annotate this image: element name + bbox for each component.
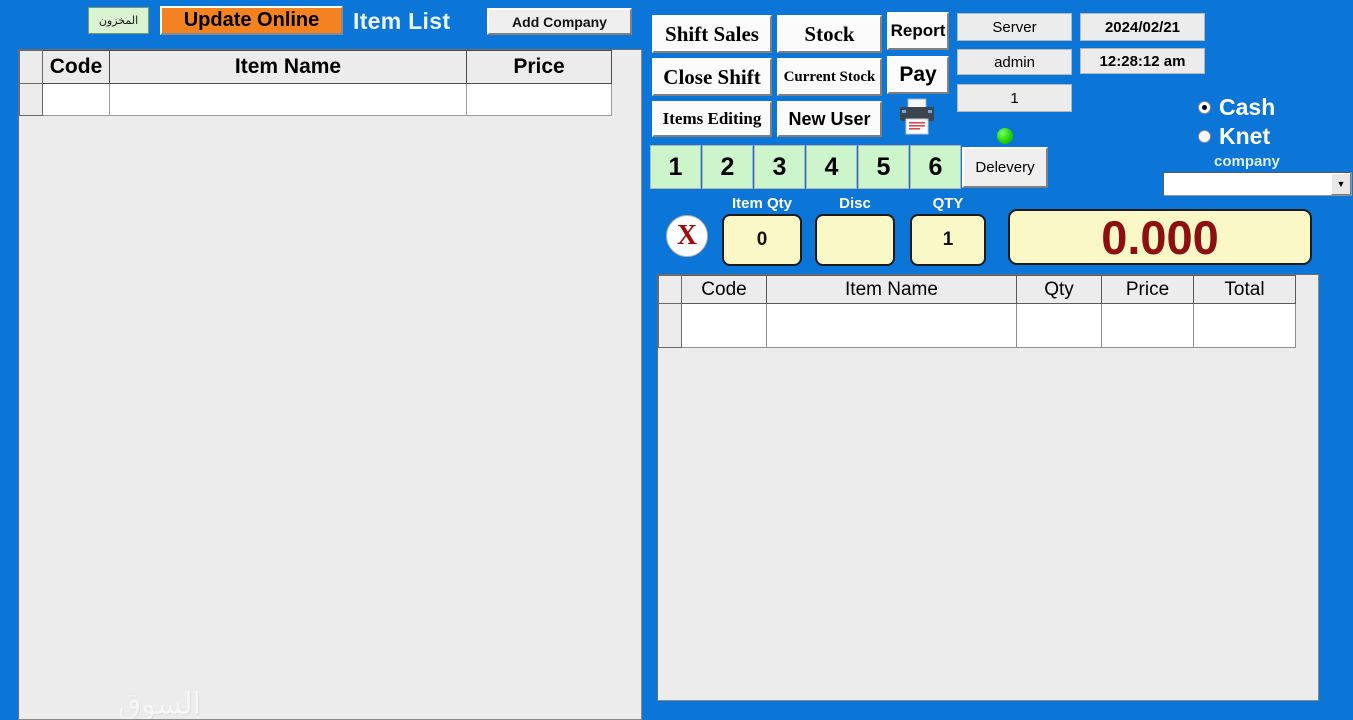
radio-cash-indicator[interactable] — [1198, 101, 1211, 114]
page-title: Item List — [353, 8, 451, 34]
table-row[interactable] — [658, 303, 1296, 348]
delivery-button[interactable]: Delevery — [962, 147, 1048, 188]
number-button-1[interactable]: 1 — [650, 145, 701, 189]
pos-application-window: المخزون Update Online Item List Add Comp… — [0, 0, 1353, 720]
item-list-grid-container[interactable]: Code Item Name Price السوق المفتوح — [18, 49, 642, 720]
stock-button[interactable]: Stock — [777, 15, 882, 53]
item-qty-label: Item Qty — [731, 195, 792, 212]
cell-price[interactable] — [466, 83, 612, 116]
shift-sales-button[interactable]: Shift Sales — [652, 15, 772, 53]
item-list-panel: المخزون Update Online Item List Add Comp… — [0, 0, 642, 720]
column-header-code[interactable]: Code — [681, 275, 767, 304]
payment-method-group: Cash Knet — [1198, 94, 1348, 152]
left-toolbar: المخزون Update Online Item List Add Comp… — [0, 0, 642, 43]
discount-input[interactable] — [815, 214, 895, 266]
table-row[interactable] — [19, 83, 612, 116]
clear-entry-button[interactable]: X — [666, 215, 708, 257]
company-label: company — [1214, 153, 1280, 170]
current-date-field: 2024/02/21 — [1080, 13, 1205, 41]
row-selector-cell[interactable] — [658, 303, 682, 348]
update-online-button[interactable]: Update Online — [160, 6, 343, 35]
receipt-grid-container[interactable]: Code Item Name Qty Price Total — [657, 274, 1319, 701]
new-user-button[interactable]: New User — [777, 101, 882, 137]
table-header-row: Code Item Name Qty Price Total — [658, 275, 1296, 304]
total-amount-display: 0.000 — [1008, 209, 1312, 265]
cell-total[interactable] — [1193, 303, 1296, 348]
delivery-status-indicator — [997, 128, 1013, 144]
row-selector-header — [658, 275, 682, 304]
cell-price[interactable] — [1101, 303, 1194, 348]
current-stock-button[interactable]: Current Stock — [777, 58, 882, 96]
items-editing-button[interactable]: Items Editing — [652, 101, 772, 137]
payment-option-knet[interactable]: Knet — [1198, 123, 1348, 150]
terminal-number-field: 1 — [957, 84, 1072, 112]
column-header-item-name[interactable]: Item Name — [766, 275, 1017, 304]
printer-icon[interactable] — [895, 97, 939, 137]
payment-option-knet-label: Knet — [1219, 123, 1271, 149]
current-user-field: admin — [957, 49, 1072, 75]
number-button-6[interactable]: 6 — [910, 145, 961, 189]
stock-arabic-button[interactable]: المخزون — [88, 7, 149, 34]
cell-code[interactable] — [681, 303, 767, 348]
company-selected-value — [1164, 173, 1331, 195]
number-button-4[interactable]: 4 — [806, 145, 857, 189]
column-header-qty[interactable]: Qty — [1016, 275, 1102, 304]
discount-label: Disc — [839, 195, 871, 212]
number-button-2[interactable]: 2 — [702, 145, 753, 189]
column-header-total[interactable]: Total — [1193, 275, 1296, 304]
opensooq-watermark: السوق المفتوح opensooq.com — [41, 690, 201, 720]
pay-button[interactable]: Pay — [887, 56, 949, 94]
pos-operations-panel: Shift Sales Close Shift Items Editing St… — [642, 0, 1353, 720]
number-button-3[interactable]: 3 — [754, 145, 805, 189]
row-selector-cell[interactable] — [19, 83, 43, 116]
column-header-code[interactable]: Code — [42, 50, 110, 84]
report-button[interactable]: Report — [887, 12, 949, 50]
chevron-down-icon[interactable]: ▼ — [1331, 173, 1351, 195]
qty-input[interactable]: 1 — [910, 214, 986, 266]
row-selector-header — [19, 50, 43, 84]
table-header-row: Code Item Name Price — [19, 50, 612, 84]
column-header-price[interactable]: Price — [466, 50, 612, 84]
item-list-table: Code Item Name Price — [19, 50, 612, 116]
close-shift-button[interactable]: Close Shift — [652, 58, 772, 96]
qty-label: QTY — [932, 195, 964, 212]
column-header-price[interactable]: Price — [1101, 275, 1194, 304]
payment-option-cash-label: Cash — [1219, 94, 1276, 120]
receipt-table: Code Item Name Qty Price Total — [658, 275, 1296, 348]
company-dropdown[interactable]: ▼ — [1163, 172, 1352, 196]
column-header-item-name[interactable]: Item Name — [109, 50, 467, 84]
cell-qty[interactable] — [1016, 303, 1102, 348]
add-company-button[interactable]: Add Company — [487, 8, 632, 35]
cell-item-name[interactable] — [109, 83, 467, 116]
item-qty-input[interactable]: 0 — [722, 214, 802, 266]
watermark-arabic-text: السوق المفتوح — [117, 687, 201, 720]
cell-item-name[interactable] — [766, 303, 1017, 348]
number-button-5[interactable]: 5 — [858, 145, 909, 189]
radio-knet-indicator[interactable] — [1198, 130, 1211, 143]
current-time-field: 12:28:12 am — [1080, 48, 1205, 74]
cell-code[interactable] — [42, 83, 110, 116]
payment-option-cash[interactable]: Cash — [1198, 94, 1348, 121]
server-label-field: Server — [957, 13, 1072, 41]
quick-number-buttons: 1 2 3 4 5 6 — [650, 145, 961, 189]
